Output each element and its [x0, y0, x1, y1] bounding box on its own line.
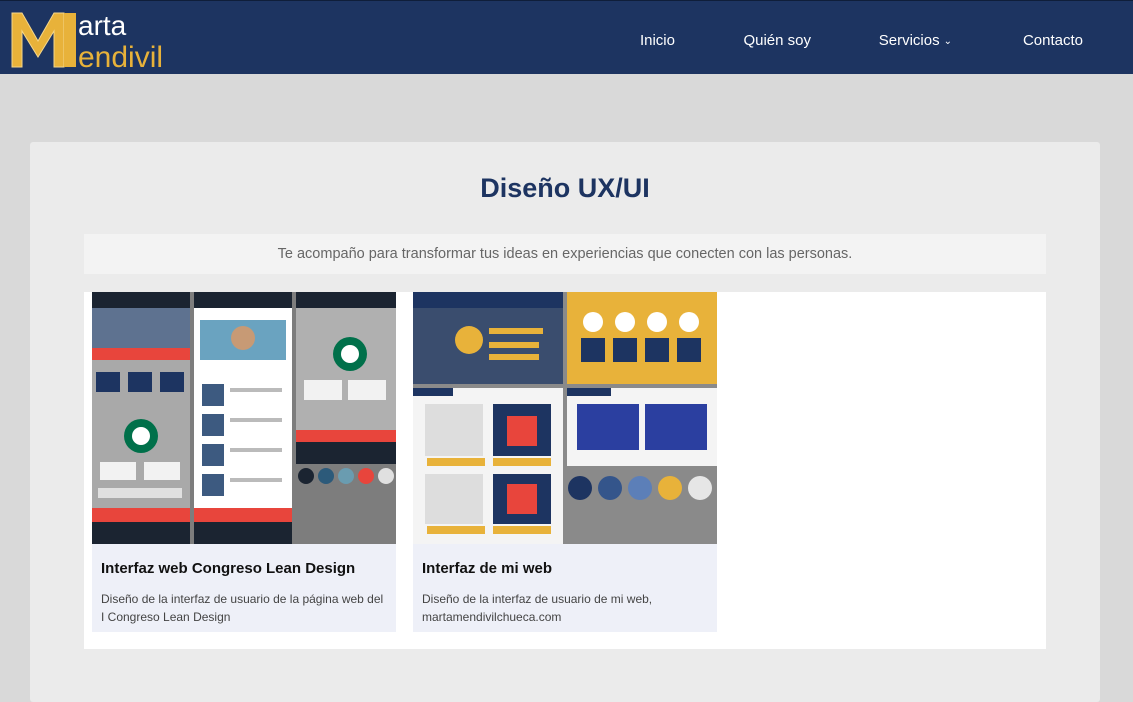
project-card[interactable]: Interfaz web Congreso Lean Design Diseño… — [92, 292, 396, 632]
nav-quien-soy[interactable]: Quién soy — [743, 32, 811, 49]
marta-mendivil-logo: arta endivil — [11, 10, 163, 71]
project-description: Diseño de la interfaz de usuario de mi w… — [422, 592, 653, 624]
nav-inicio-label: Inicio — [639, 32, 675, 49]
nav-servicios[interactable]: Servicios ⌄ — [879, 32, 952, 49]
personal-web-mockup-image — [413, 292, 717, 544]
nav-inicio[interactable]: Inicio — [640, 32, 675, 49]
project-thumbnail[interactable] — [413, 292, 717, 544]
nav-contacto[interactable]: Contacto — [1023, 32, 1083, 49]
project-title[interactable]: Interfaz web Congreso Lean Design — [101, 560, 391, 577]
page-title: Diseño UX/UI — [480, 173, 650, 203]
portfolio-panel: Diseño UX/UI Te acompaño para transforma… — [30, 142, 1100, 702]
project-thumbnail[interactable] — [92, 292, 396, 544]
logo-line2: endivil — [78, 41, 163, 71]
project-title[interactable]: Interfaz de mi web — [422, 560, 712, 577]
logo-line1: arta — [78, 10, 127, 41]
cards-grid: Interfaz web Congreso Lean Design Diseño… — [84, 292, 1046, 649]
site-header: arta endivil Inicio Quién soy Servicios ⌄… — [0, 0, 1133, 74]
project-description: Diseño de la interfaz de usuario de la p… — [101, 592, 384, 624]
congreso-mockup-image — [92, 292, 396, 544]
nav-contacto-label: Contacto — [1022, 32, 1083, 49]
site-logo[interactable]: arta endivil — [8, 5, 208, 71]
section-subtitle: Te acompaño para transformar tus ideas e… — [84, 234, 1046, 274]
chevron-down-icon: ⌄ — [943, 36, 952, 47]
nav-servicios-label: Servicios — [878, 32, 940, 49]
nav-quien-soy-label: Quién soy — [743, 32, 811, 49]
project-card[interactable]: Interfaz de mi web Diseño de la interfaz… — [413, 292, 717, 632]
